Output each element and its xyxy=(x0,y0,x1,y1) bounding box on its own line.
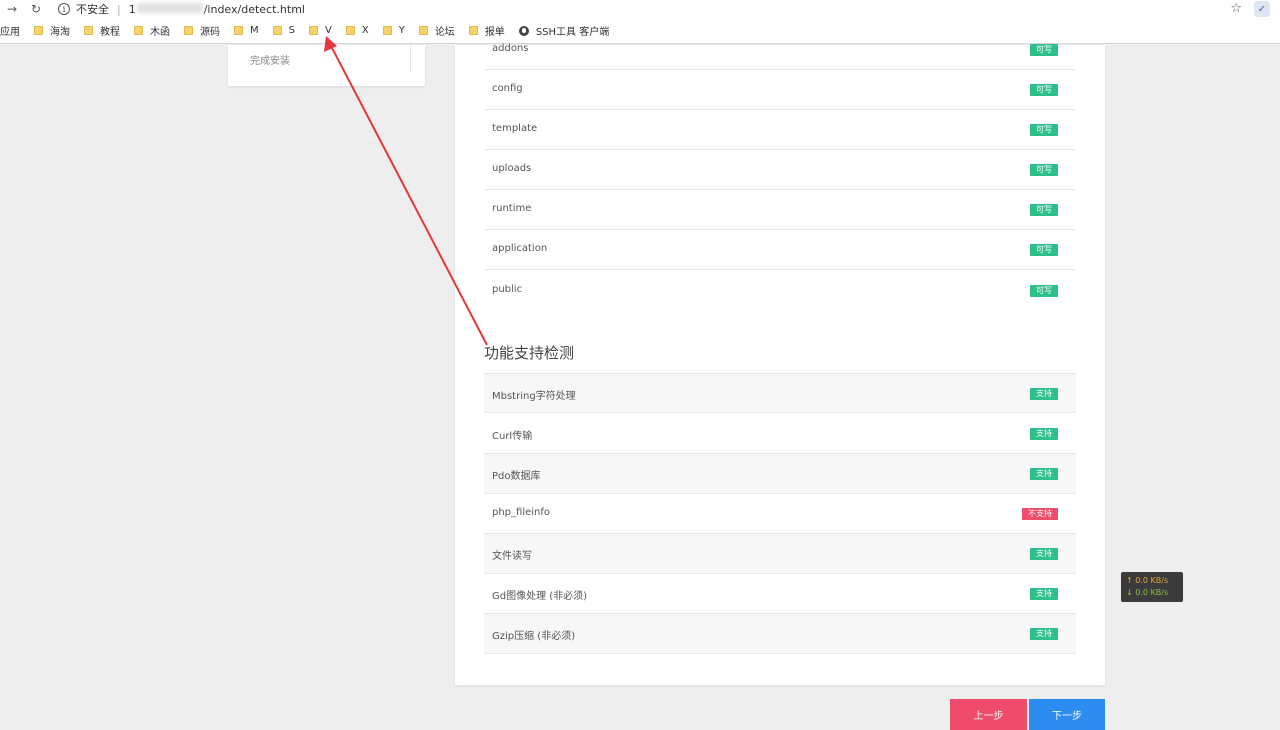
bookmark-label: 海淘 xyxy=(50,27,70,38)
dir-name: public xyxy=(492,284,523,295)
bookmark-label: X xyxy=(361,25,369,36)
folder-icon xyxy=(84,26,93,35)
bookmark-item[interactable]: M xyxy=(234,25,259,36)
status-badge: 可写 xyxy=(1030,124,1058,136)
function-row: php_fileinfo 不支持 xyxy=(484,494,1076,534)
bookmark-label: Y xyxy=(398,25,405,36)
function-row: 文件读写 支持 xyxy=(484,534,1076,574)
url-path: /index/detect.html xyxy=(203,2,305,16)
bookmark-item[interactable]: 论坛 xyxy=(418,23,455,38)
function-row: Pdo数据库 支持 xyxy=(484,454,1076,494)
next-step-button[interactable]: 下一步 xyxy=(1029,699,1105,730)
folder-icon xyxy=(184,26,193,35)
dir-row: config 可写 xyxy=(484,70,1076,110)
address-bar: → ↻ i 不安全 | 1/index/detect.html ☆ ✓ xyxy=(0,0,1280,18)
bookmark-item[interactable]: 教程 xyxy=(84,23,120,38)
url-field[interactable]: 1/index/detect.html xyxy=(128,2,305,16)
status-badge: 可写 xyxy=(1030,204,1058,216)
bookmark-item[interactable]: V xyxy=(309,25,332,36)
bookmark-label: 教程 xyxy=(100,27,120,38)
status-badge: 支持 xyxy=(1030,548,1058,560)
folder-icon xyxy=(34,26,43,35)
status-badge: 支持 xyxy=(1030,628,1058,640)
function-name: Pdo数据库 xyxy=(492,471,541,482)
status-badge: 支持 xyxy=(1030,588,1058,600)
status-badge: 不支持 xyxy=(1022,508,1058,520)
network-speed-widget: ↑ 0.0 KB/s ↓ 0.0 KB/s xyxy=(1121,572,1183,602)
bookmark-label: 源码 xyxy=(200,27,220,38)
dir-row: application 可写 xyxy=(484,230,1076,270)
url-separator: | xyxy=(117,2,121,16)
bookmark-apps[interactable]: 应用 xyxy=(0,23,20,38)
dir-row: template 可写 xyxy=(484,110,1076,150)
status-badge: 可写 xyxy=(1030,285,1058,297)
dir-name: application xyxy=(492,243,548,254)
detect-card: addons 可写 config 可写 template 可写 uploads … xyxy=(455,43,1105,685)
bookmark-label: M xyxy=(250,25,259,36)
url-redacted xyxy=(136,2,203,13)
folder-icon xyxy=(418,26,428,35)
function-name: Curl传输 xyxy=(492,431,533,442)
folder-icon xyxy=(382,26,392,35)
download-speed: ↓ 0.0 KB/s xyxy=(1126,588,1169,597)
bookmark-item[interactable]: 木函 xyxy=(134,23,170,38)
step-finish-install: 完成安装 xyxy=(250,56,290,67)
status-badge: 可写 xyxy=(1030,84,1058,96)
reload-icon[interactable]: ↻ xyxy=(28,1,44,17)
bookmark-star-icon[interactable]: ☆ xyxy=(1230,1,1242,16)
status-badge: 支持 xyxy=(1030,388,1058,400)
dir-name: addons xyxy=(492,43,529,54)
info-icon[interactable]: i xyxy=(58,3,70,15)
status-badge: 可写 xyxy=(1030,44,1058,56)
install-steps-panel: 完成安装 xyxy=(228,45,425,86)
status-badge: 支持 xyxy=(1030,428,1058,440)
dir-name: config xyxy=(492,83,523,94)
dir-row: public 可写 xyxy=(484,271,1076,311)
step-divider xyxy=(410,45,411,73)
function-name: php_fileinfo xyxy=(492,507,551,518)
bookmark-item[interactable]: 源码 xyxy=(184,23,220,38)
dir-row: uploads 可写 xyxy=(484,150,1076,190)
bookmark-item[interactable]: S xyxy=(272,25,295,36)
dir-row: addons 可写 xyxy=(484,30,1076,70)
folder-icon xyxy=(345,26,355,35)
status-badge: 可写 xyxy=(1030,244,1058,256)
folder-icon xyxy=(309,26,318,35)
dir-row: runtime 可写 xyxy=(484,190,1076,230)
dir-name: uploads xyxy=(492,163,532,174)
function-name: 文件读写 xyxy=(492,551,532,562)
bookmark-label: 论坛 xyxy=(434,27,455,38)
function-row: Gd图像处理 (非必须) 支持 xyxy=(484,574,1076,614)
insecure-label: 不安全 xyxy=(76,3,109,16)
bookmark-label: V xyxy=(325,25,332,36)
extension-icon[interactable]: ✓ xyxy=(1254,1,1270,17)
function-row: Mbstring字符处理 支持 xyxy=(484,373,1076,413)
status-badge: 支持 xyxy=(1030,468,1058,480)
bookmark-label: S xyxy=(288,25,295,36)
folder-icon xyxy=(272,26,282,35)
forward-arrow-icon[interactable]: → xyxy=(4,1,20,17)
function-row: Curl传输 支持 xyxy=(484,414,1076,454)
function-row: Gzip压缩 (非必须) 支持 xyxy=(484,614,1076,654)
function-name: Mbstring字符处理 xyxy=(492,391,576,402)
folder-icon xyxy=(134,26,143,35)
bookmark-item[interactable]: Y xyxy=(382,25,405,36)
folder-icon xyxy=(468,26,478,35)
bookmark-item[interactable]: X xyxy=(345,25,369,36)
url-host: 1 xyxy=(128,2,136,16)
function-name: Gd图像处理 (非必须) xyxy=(492,591,588,602)
bookmark-label: 木函 xyxy=(150,27,170,38)
prev-step-button[interactable]: 上一步 xyxy=(950,699,1027,730)
upload-speed: ↑ 0.0 KB/s xyxy=(1126,576,1169,585)
bookmark-item[interactable]: 海淘 xyxy=(34,23,70,38)
status-badge: 可写 xyxy=(1030,164,1058,176)
dir-name: runtime xyxy=(492,203,532,214)
function-section-title: 功能支持检测 xyxy=(484,344,575,362)
folder-icon xyxy=(234,26,243,35)
function-name: Gzip压缩 (非必须) xyxy=(492,631,576,642)
bookmark-label: 应用 xyxy=(0,27,20,38)
dir-name: template xyxy=(492,123,538,134)
